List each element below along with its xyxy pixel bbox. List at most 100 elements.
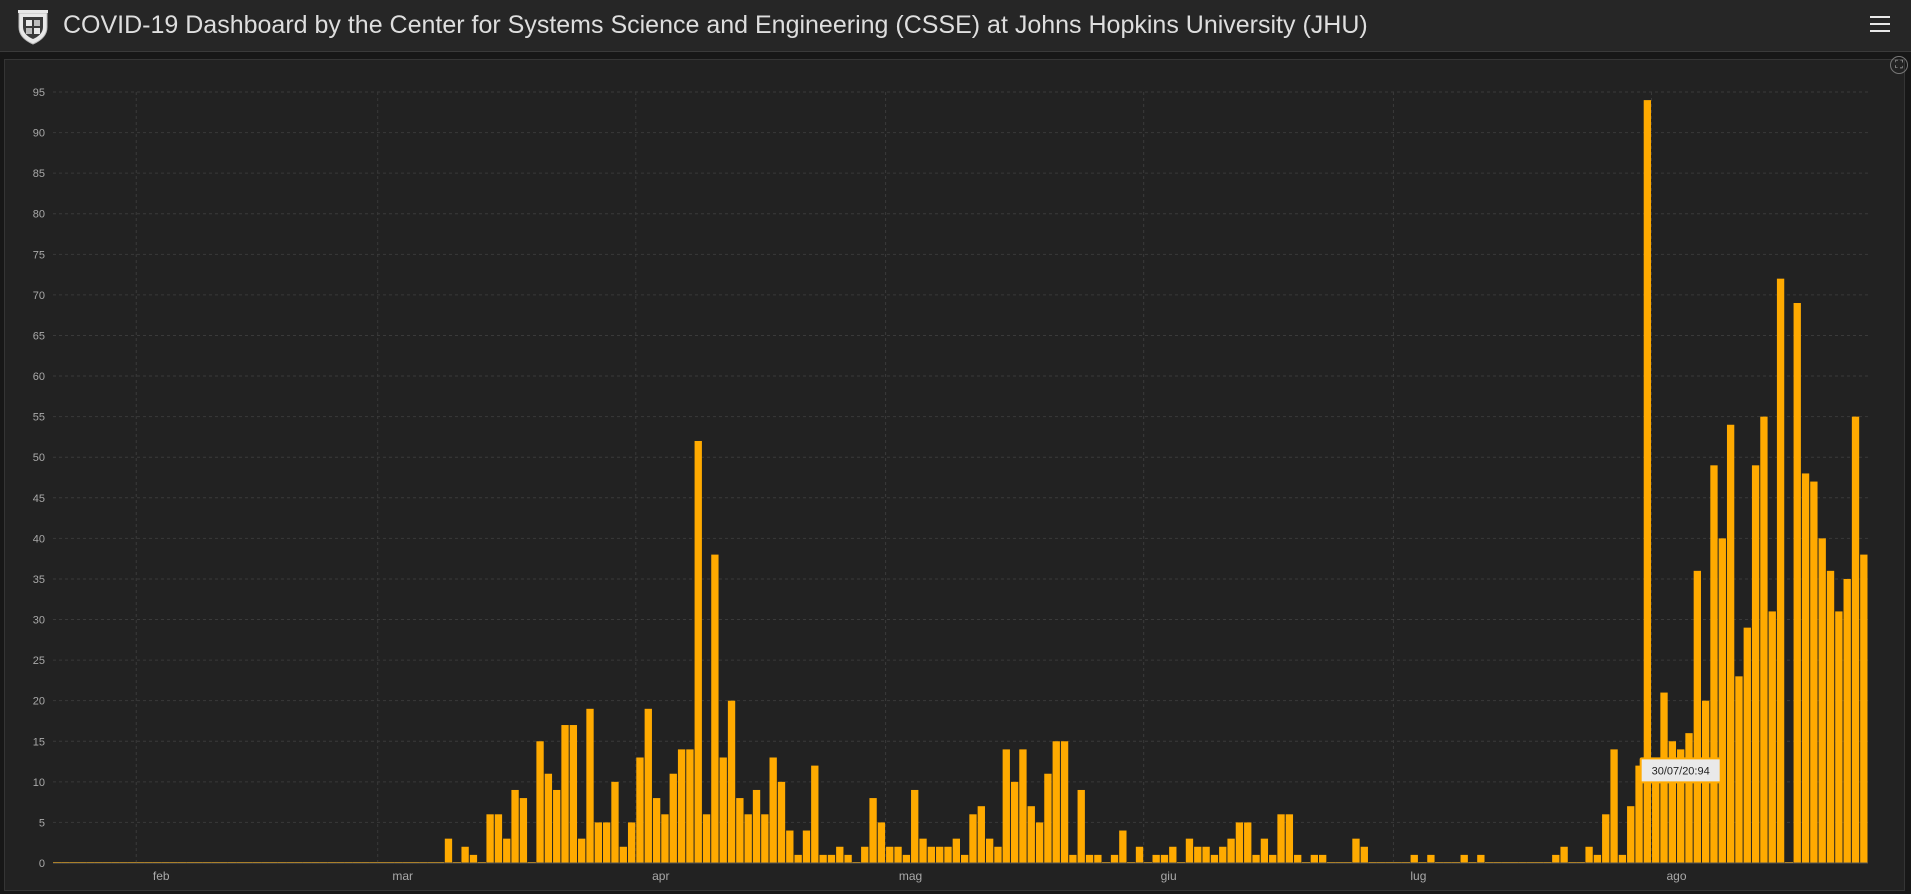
bar[interactable] (1643, 100, 1652, 863)
bar[interactable] (861, 846, 869, 863)
bar[interactable] (1219, 846, 1227, 863)
bar[interactable] (1801, 473, 1810, 863)
bar[interactable] (1052, 741, 1060, 863)
bar[interactable] (686, 749, 694, 863)
bar[interactable] (1776, 278, 1785, 863)
bar[interactable] (677, 749, 686, 863)
bar[interactable] (1843, 578, 1851, 863)
bar[interactable] (794, 854, 802, 863)
bar[interactable] (1627, 806, 1635, 863)
bar[interactable] (1319, 854, 1327, 863)
bar[interactable] (669, 773, 677, 863)
bar[interactable] (1693, 570, 1701, 863)
bar[interactable] (586, 708, 594, 863)
bar[interactable] (519, 798, 528, 863)
bar[interactable] (744, 814, 752, 863)
bar[interactable] (1718, 538, 1726, 863)
bar[interactable] (1593, 854, 1602, 863)
bar[interactable] (627, 822, 636, 863)
bar[interactable] (802, 830, 811, 863)
bar[interactable] (761, 814, 769, 863)
bar[interactable] (1027, 806, 1035, 863)
bar[interactable] (652, 798, 661, 863)
bar[interactable] (1685, 733, 1693, 863)
bar[interactable] (444, 838, 453, 863)
bar[interactable] (1160, 854, 1169, 863)
bar[interactable] (1294, 854, 1302, 863)
bar[interactable] (1227, 838, 1235, 863)
bar[interactable] (902, 854, 911, 863)
bar[interactable] (661, 814, 669, 863)
bar[interactable] (1352, 838, 1360, 863)
bar[interactable] (561, 725, 569, 863)
bar[interactable] (702, 814, 711, 863)
bar[interactable] (611, 781, 619, 863)
bar[interactable] (1735, 676, 1743, 863)
bar[interactable] (727, 700, 736, 863)
bar[interactable] (1060, 741, 1069, 863)
bar[interactable] (1244, 822, 1252, 863)
bar[interactable] (694, 440, 702, 863)
bar[interactable] (752, 789, 761, 863)
bar[interactable] (1751, 465, 1760, 863)
bar[interactable] (819, 854, 827, 863)
bar[interactable] (1860, 554, 1868, 863)
bar[interactable] (1818, 538, 1826, 863)
bar[interactable] (1277, 814, 1285, 863)
bar[interactable] (844, 854, 852, 863)
bar[interactable] (1477, 854, 1485, 863)
bar[interactable] (919, 838, 927, 863)
bar[interactable] (569, 725, 578, 863)
bar[interactable] (1360, 846, 1368, 863)
bar[interactable] (1185, 838, 1194, 863)
bar[interactable] (1002, 749, 1010, 863)
bar[interactable] (1285, 814, 1294, 863)
bar[interactable] (1010, 781, 1019, 863)
bar[interactable] (602, 822, 611, 863)
bar[interactable] (503, 838, 511, 863)
bar[interactable] (1269, 854, 1277, 863)
bar[interactable] (1552, 854, 1560, 863)
bar[interactable] (719, 757, 727, 863)
bar[interactable] (777, 781, 786, 863)
bar[interactable] (736, 798, 744, 863)
bar[interactable] (1044, 773, 1052, 863)
bar[interactable] (1793, 303, 1801, 864)
bar[interactable] (952, 838, 960, 863)
bar[interactable] (594, 822, 602, 863)
bar[interactable] (1652, 781, 1660, 863)
bar[interactable] (869, 798, 877, 863)
bar[interactable] (877, 822, 886, 863)
bar[interactable] (994, 846, 1002, 863)
bar[interactable] (911, 789, 919, 863)
bar[interactable] (886, 846, 894, 863)
bar[interactable] (1085, 854, 1094, 863)
bar[interactable] (1260, 838, 1269, 863)
bar[interactable] (469, 854, 478, 863)
bar[interactable] (1169, 846, 1177, 863)
bar[interactable] (1235, 822, 1244, 863)
bar[interactable] (1585, 846, 1593, 863)
bar[interactable] (1768, 611, 1776, 863)
bar[interactable] (1710, 465, 1718, 863)
bar[interactable] (1069, 854, 1077, 863)
bar[interactable] (711, 554, 719, 863)
bar[interactable] (1810, 481, 1818, 863)
bar[interactable] (544, 773, 553, 863)
bar[interactable] (1110, 854, 1119, 863)
expand-icon[interactable]: ⛶ (1890, 56, 1908, 74)
bar[interactable] (553, 789, 561, 863)
bar[interactable] (769, 757, 777, 863)
bar[interactable] (1835, 611, 1843, 863)
bar[interactable] (1460, 854, 1468, 863)
bar[interactable] (511, 789, 519, 863)
bar[interactable] (1094, 854, 1102, 863)
bar[interactable] (811, 765, 819, 863)
bar[interactable] (1310, 854, 1319, 863)
bar[interactable] (944, 846, 952, 863)
bar[interactable] (1152, 854, 1160, 863)
bar[interactable] (827, 854, 836, 863)
bar[interactable] (961, 854, 969, 863)
bar[interactable] (1119, 830, 1127, 863)
bar[interactable] (1252, 854, 1260, 863)
